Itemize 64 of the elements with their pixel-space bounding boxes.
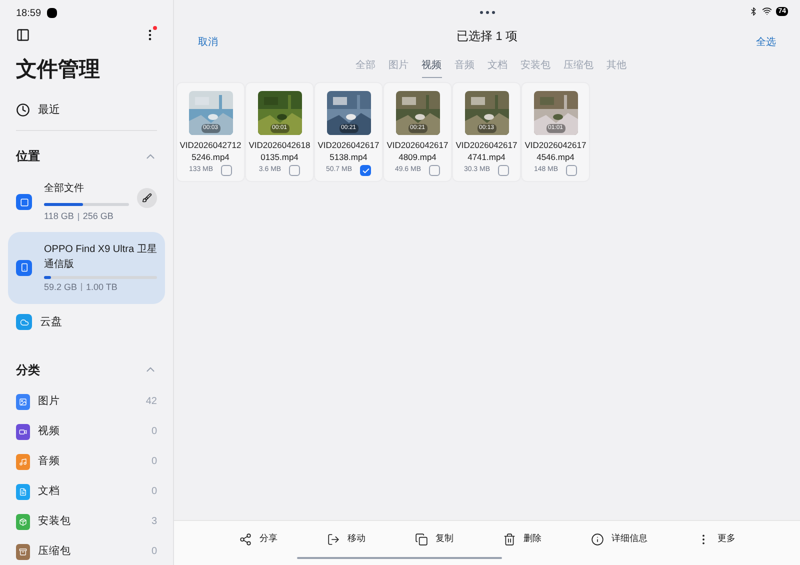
file-checkbox[interactable] xyxy=(429,165,440,176)
storage-name: OPPO Find X9 Ultra 卫星通信版 xyxy=(44,242,157,272)
cleanup-button[interactable] xyxy=(137,188,157,208)
sidebar-toggle-icon[interactable] xyxy=(16,28,30,42)
selection-title: 已选择 1 项 xyxy=(456,28,518,45)
wifi-icon xyxy=(762,6,772,16)
cloud-icon xyxy=(20,318,28,327)
action-button[interactable]: 详细信息 xyxy=(590,532,648,546)
category-item[interactable]: 视频 0 xyxy=(8,416,165,446)
storage-capacity: 1.00 TB xyxy=(86,280,118,294)
phone-icon xyxy=(20,263,28,272)
category-count: 42 xyxy=(146,395,157,409)
multitask-icon[interactable] xyxy=(480,10,494,14)
file-checkbox[interactable] xyxy=(360,165,372,176)
storage-usage: 59.2 GB xyxy=(44,280,78,294)
storage-item[interactable]: OPPO Find X9 Ultra 卫星通信版 59.2 GB 1.00 TB xyxy=(8,232,165,304)
app-notification-icon xyxy=(47,8,58,18)
select-all-button[interactable]: 全选 xyxy=(756,34,776,50)
action-button[interactable]: 复制 xyxy=(414,532,454,546)
category-item[interactable]: 图片 42 xyxy=(8,386,165,416)
action-button[interactable]: 移动 xyxy=(326,532,366,546)
file-checkbox[interactable] xyxy=(221,165,232,176)
cloud-item[interactable]: 云盘 xyxy=(8,308,165,336)
storage-capacity: 256 GB xyxy=(82,210,114,223)
file-checkbox[interactable] xyxy=(289,165,300,176)
category-count: 0 xyxy=(151,485,157,499)
storage-usage: 118 GB xyxy=(44,210,74,223)
storage-name: 全部文件 xyxy=(44,182,85,196)
status-time: 18:59 xyxy=(16,6,42,20)
move-icon xyxy=(326,532,340,546)
file-name: VID20260427125246.mp4 xyxy=(178,139,242,163)
brush-icon xyxy=(142,193,152,203)
copy-icon xyxy=(414,532,428,546)
file-name: VID20260426174741.mp4 xyxy=(454,139,518,163)
category-item[interactable]: 安装包 3 xyxy=(8,506,165,536)
category-item[interactable]: 音频 0 xyxy=(8,446,165,476)
cancel-button[interactable]: 取消 xyxy=(198,34,218,50)
trash-icon xyxy=(502,532,516,546)
category-count: 0 xyxy=(151,425,157,439)
action-button[interactable]: 删除 xyxy=(502,532,542,546)
category-item[interactable]: 文档 0 xyxy=(8,476,165,506)
file-checkbox[interactable] xyxy=(498,165,510,176)
action-button[interactable]: 更多 xyxy=(696,532,736,546)
clock-icon xyxy=(16,102,30,117)
folder-icon xyxy=(20,198,28,207)
file-checkbox[interactable] xyxy=(566,165,578,176)
app-title: 文件管理 xyxy=(15,57,101,83)
share-icon xyxy=(238,532,252,546)
file-name: VID20260426174809.mp4 xyxy=(386,139,450,163)
info-icon xyxy=(590,532,604,546)
storage-item[interactable]: 全部文件 118 GB 256 GB xyxy=(8,177,165,228)
category-count: 0 xyxy=(151,455,157,469)
section-heading: 位置 xyxy=(16,148,40,165)
section-heading: 分类 xyxy=(16,362,40,378)
file-name: VID20260426174546.mp4 xyxy=(524,139,588,163)
category-count: 0 xyxy=(151,545,157,559)
bluetooth-icon xyxy=(749,6,758,16)
recent-item[interactable]: 最近 xyxy=(8,102,165,118)
file-name: VID20260426175138.mp4 xyxy=(316,139,380,163)
action-button[interactable]: 分享 xyxy=(238,532,278,546)
category-item[interactable]: 压缩包 0 xyxy=(8,536,165,565)
category-count: 3 xyxy=(151,515,157,529)
file-name: VID20260426180135.mp4 xyxy=(248,139,312,163)
category-tab[interactable]: 视频 xyxy=(422,58,442,78)
